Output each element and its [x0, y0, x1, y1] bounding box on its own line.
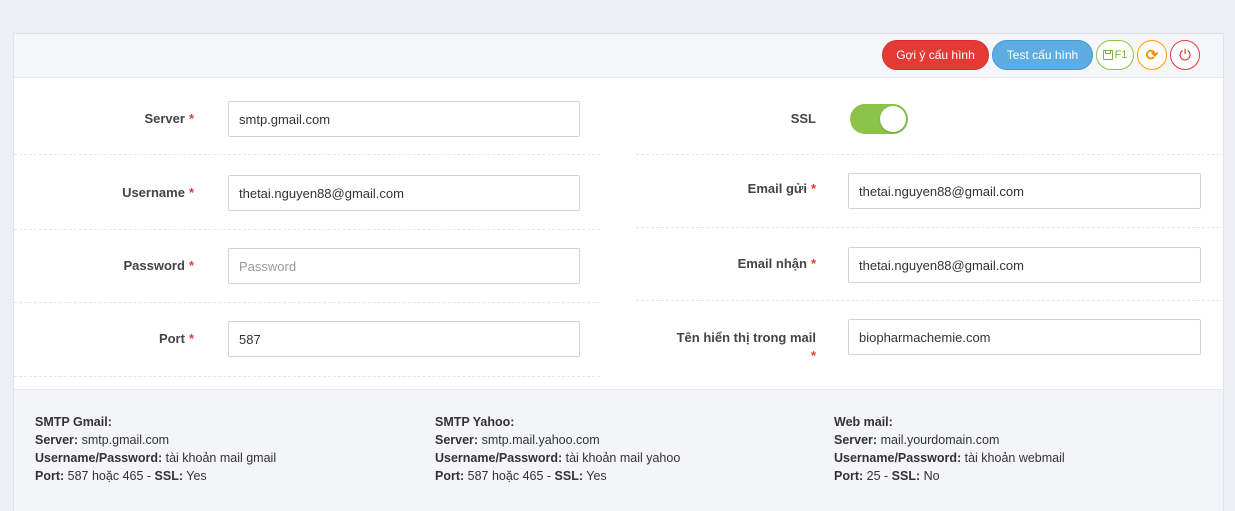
refresh-icon: ⟳ [1145, 47, 1159, 64]
help-server: Server: smtp.mail.yahoo.com [435, 433, 600, 447]
password-label: Password * [123, 258, 194, 273]
webmail-help: Web mail: Server: mail.yourdomain.com Us… [834, 413, 1065, 485]
smtp-help-section: SMTP Gmail: Server: smtp.gmail.com Usern… [14, 389, 1223, 511]
divider [636, 227, 1225, 228]
suggest-config-button[interactable]: Gợi ý cấu hình [882, 40, 989, 70]
divider [14, 376, 600, 377]
help-port-ssl: Port: 587 hoặc 465 - SSL: Yes [435, 469, 607, 483]
help-credentials: Username/Password: tài khoản mail yahoo [435, 451, 681, 465]
divider [14, 229, 600, 230]
save-shortcut-label: F1 [1114, 49, 1128, 61]
divider [14, 154, 600, 155]
smtp-config-panel: Gợi ý cấu hình Test cấu hình F1 ⟳ ⏻ Serv… [13, 33, 1225, 511]
help-server: Server: smtp.gmail.com [35, 433, 170, 447]
toolbar: Gợi ý cấu hình Test cấu hình F1 ⟳ ⏻ [14, 34, 1223, 78]
email-from-input[interactable] [848, 173, 1201, 209]
save-button[interactable]: F1 [1096, 40, 1134, 70]
ssl-label: SSL [790, 111, 816, 126]
email-to-label: Email nhận * [737, 256, 816, 271]
help-title: SMTP Gmail: [35, 415, 112, 429]
display-name-input[interactable] [848, 319, 1201, 355]
toggle-knob [880, 106, 906, 132]
ssl-toggle[interactable] [850, 104, 908, 134]
yahoo-help: SMTP Yahoo: Server: smtp.mail.yahoo.com … [435, 413, 680, 485]
port-label: Port * [158, 331, 194, 346]
display-name-label: Tên hiển thị trong mail * [676, 330, 816, 363]
port-input[interactable] [228, 321, 580, 357]
refresh-button[interactable]: ⟳ [1137, 40, 1167, 70]
help-title: SMTP Yahoo: [435, 415, 515, 429]
help-credentials: Username/Password: tài khoản mail gmail [35, 451, 277, 465]
help-server: Server: mail.yourdomain.com [834, 433, 1000, 447]
gmail-help: SMTP Gmail: Server: smtp.gmail.com Usern… [35, 413, 276, 485]
close-button[interactable]: ⏻ [1170, 40, 1200, 70]
username-input[interactable] [228, 175, 580, 211]
email-to-input[interactable] [848, 247, 1201, 283]
password-input[interactable] [228, 248, 580, 284]
help-title: Web mail: [834, 415, 893, 429]
test-config-button[interactable]: Test cấu hình [992, 40, 1093, 70]
email-from-label: Email gửi * [747, 181, 816, 196]
divider [636, 300, 1225, 301]
power-icon: ⏻ [1179, 46, 1191, 64]
help-port-ssl: Port: 587 hoặc 465 - SSL: Yes [35, 469, 207, 483]
divider [636, 154, 1225, 155]
save-icon [1102, 50, 1113, 60]
divider [14, 302, 600, 303]
username-label: Username * [122, 185, 194, 200]
help-credentials: Username/Password: tài khoản webmail [834, 451, 1065, 465]
help-port-ssl: Port: 25 - SSL: No [834, 469, 940, 483]
server-input[interactable] [228, 101, 580, 137]
server-label: Server * [144, 111, 194, 126]
